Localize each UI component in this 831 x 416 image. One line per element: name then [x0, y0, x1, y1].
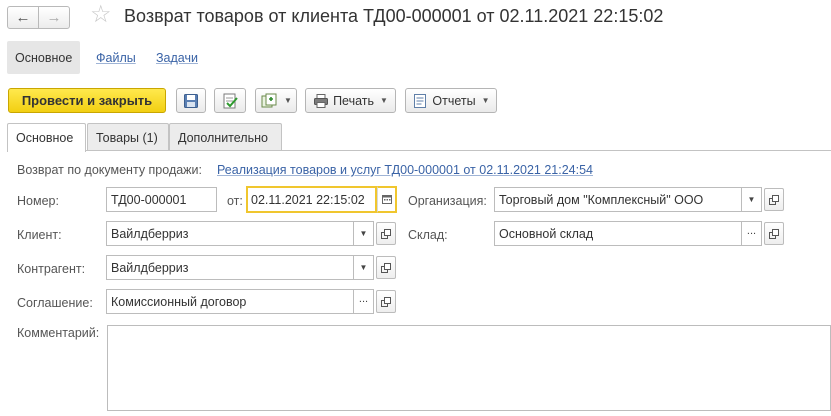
post-button[interactable]: [214, 88, 246, 113]
comment-field[interactable]: [107, 325, 831, 411]
organization-open-button[interactable]: [764, 188, 784, 211]
date-label: от:: [227, 194, 243, 208]
panel-item-label: Файлы: [96, 50, 136, 65]
chevron-down-icon: ▼: [380, 96, 388, 105]
calendar-icon: [381, 194, 392, 206]
organization-label: Организация:: [408, 194, 487, 208]
create-based-on-icon: [260, 92, 278, 110]
client-field[interactable]: Вайлдберриз: [106, 221, 354, 246]
star-icon[interactable]: ☆: [90, 3, 112, 27]
printer-icon: [313, 93, 329, 109]
agreement-label: Соглашение:: [17, 296, 93, 310]
panel-item-tasks[interactable]: Задачи: [148, 41, 206, 74]
tab-divider: [7, 150, 831, 151]
open-icon: [381, 228, 391, 239]
arrow-left-icon: ←: [15, 9, 31, 26]
print-button[interactable]: Печать ▼: [305, 88, 396, 113]
number-label: Номер:: [17, 194, 59, 208]
basis-document-link[interactable]: Реализация товаров и услуг ТД00-000001 о…: [217, 163, 593, 177]
warehouse-open-button[interactable]: [764, 222, 784, 245]
client-label: Клиент:: [17, 228, 62, 242]
warehouse-label: Склад:: [408, 228, 448, 242]
tab-additional[interactable]: Дополнительно: [169, 123, 282, 151]
forward-button[interactable]: →: [38, 6, 70, 29]
agreement-select-button[interactable]: ...: [354, 289, 374, 314]
counterparty-open-button[interactable]: [376, 256, 396, 279]
counterparty-field[interactable]: Вайлдберриз: [106, 255, 354, 280]
page-title: Возврат товаров от клиента ТД00-000001 о…: [124, 6, 664, 26]
panel-item-main[interactable]: Основное: [7, 41, 81, 74]
open-icon: [769, 228, 779, 239]
chevron-down-icon: ▼: [359, 263, 368, 272]
tab-main[interactable]: Основное: [7, 123, 86, 152]
calendar-button[interactable]: [377, 186, 397, 213]
organization-field[interactable]: Торговый дом "Комплексный" ООО: [494, 187, 742, 212]
chevron-down-icon: ▼: [481, 96, 490, 105]
agreement-open-button[interactable]: [376, 290, 396, 313]
chevron-down-icon: ▼: [359, 229, 368, 238]
report-icon: [412, 93, 428, 109]
number-field[interactable]: ТД00-000001: [106, 187, 217, 212]
warehouse-field[interactable]: Основной склад: [494, 221, 742, 246]
tab-goods[interactable]: Товары (1): [87, 123, 169, 151]
ellipsis-icon: ...: [358, 293, 369, 305]
post-and-close-button[interactable]: Провести и закрыть: [8, 88, 166, 113]
chevron-down-icon: ▼: [747, 195, 756, 204]
basis-label: Возврат по документу продажи:: [17, 163, 203, 177]
date-field[interactable]: 02.11.2021 22:15:02: [246, 186, 377, 213]
create-based-on-button[interactable]: ▼: [255, 88, 297, 113]
counterparty-dropdown-button[interactable]: ▼: [354, 255, 374, 280]
counterparty-label: Контрагент:: [17, 262, 86, 276]
panel-item-label: Задачи: [156, 50, 198, 65]
warehouse-select-button[interactable]: ...: [742, 221, 762, 246]
agreement-field[interactable]: Комиссионный договор: [106, 289, 354, 314]
panel-item-files[interactable]: Файлы: [88, 41, 144, 74]
comment-label: Комментарий:: [17, 326, 100, 340]
ellipsis-icon: ...: [746, 225, 757, 237]
post-document-icon: [221, 92, 239, 110]
open-icon: [769, 194, 779, 205]
open-icon: [381, 262, 391, 273]
save-icon: [183, 93, 199, 109]
client-dropdown-button[interactable]: ▼: [354, 221, 374, 246]
chevron-down-icon: ▼: [284, 96, 292, 105]
panel-item-label: Основное: [15, 50, 73, 65]
save-button[interactable]: [176, 88, 206, 113]
back-button[interactable]: ←: [7, 6, 39, 29]
reports-button[interactable]: Отчеты ▼: [405, 88, 497, 113]
open-icon: [381, 296, 391, 307]
organization-dropdown-button[interactable]: ▼: [742, 187, 762, 212]
client-open-button[interactable]: [376, 222, 396, 245]
arrow-right-icon: →: [46, 9, 62, 26]
